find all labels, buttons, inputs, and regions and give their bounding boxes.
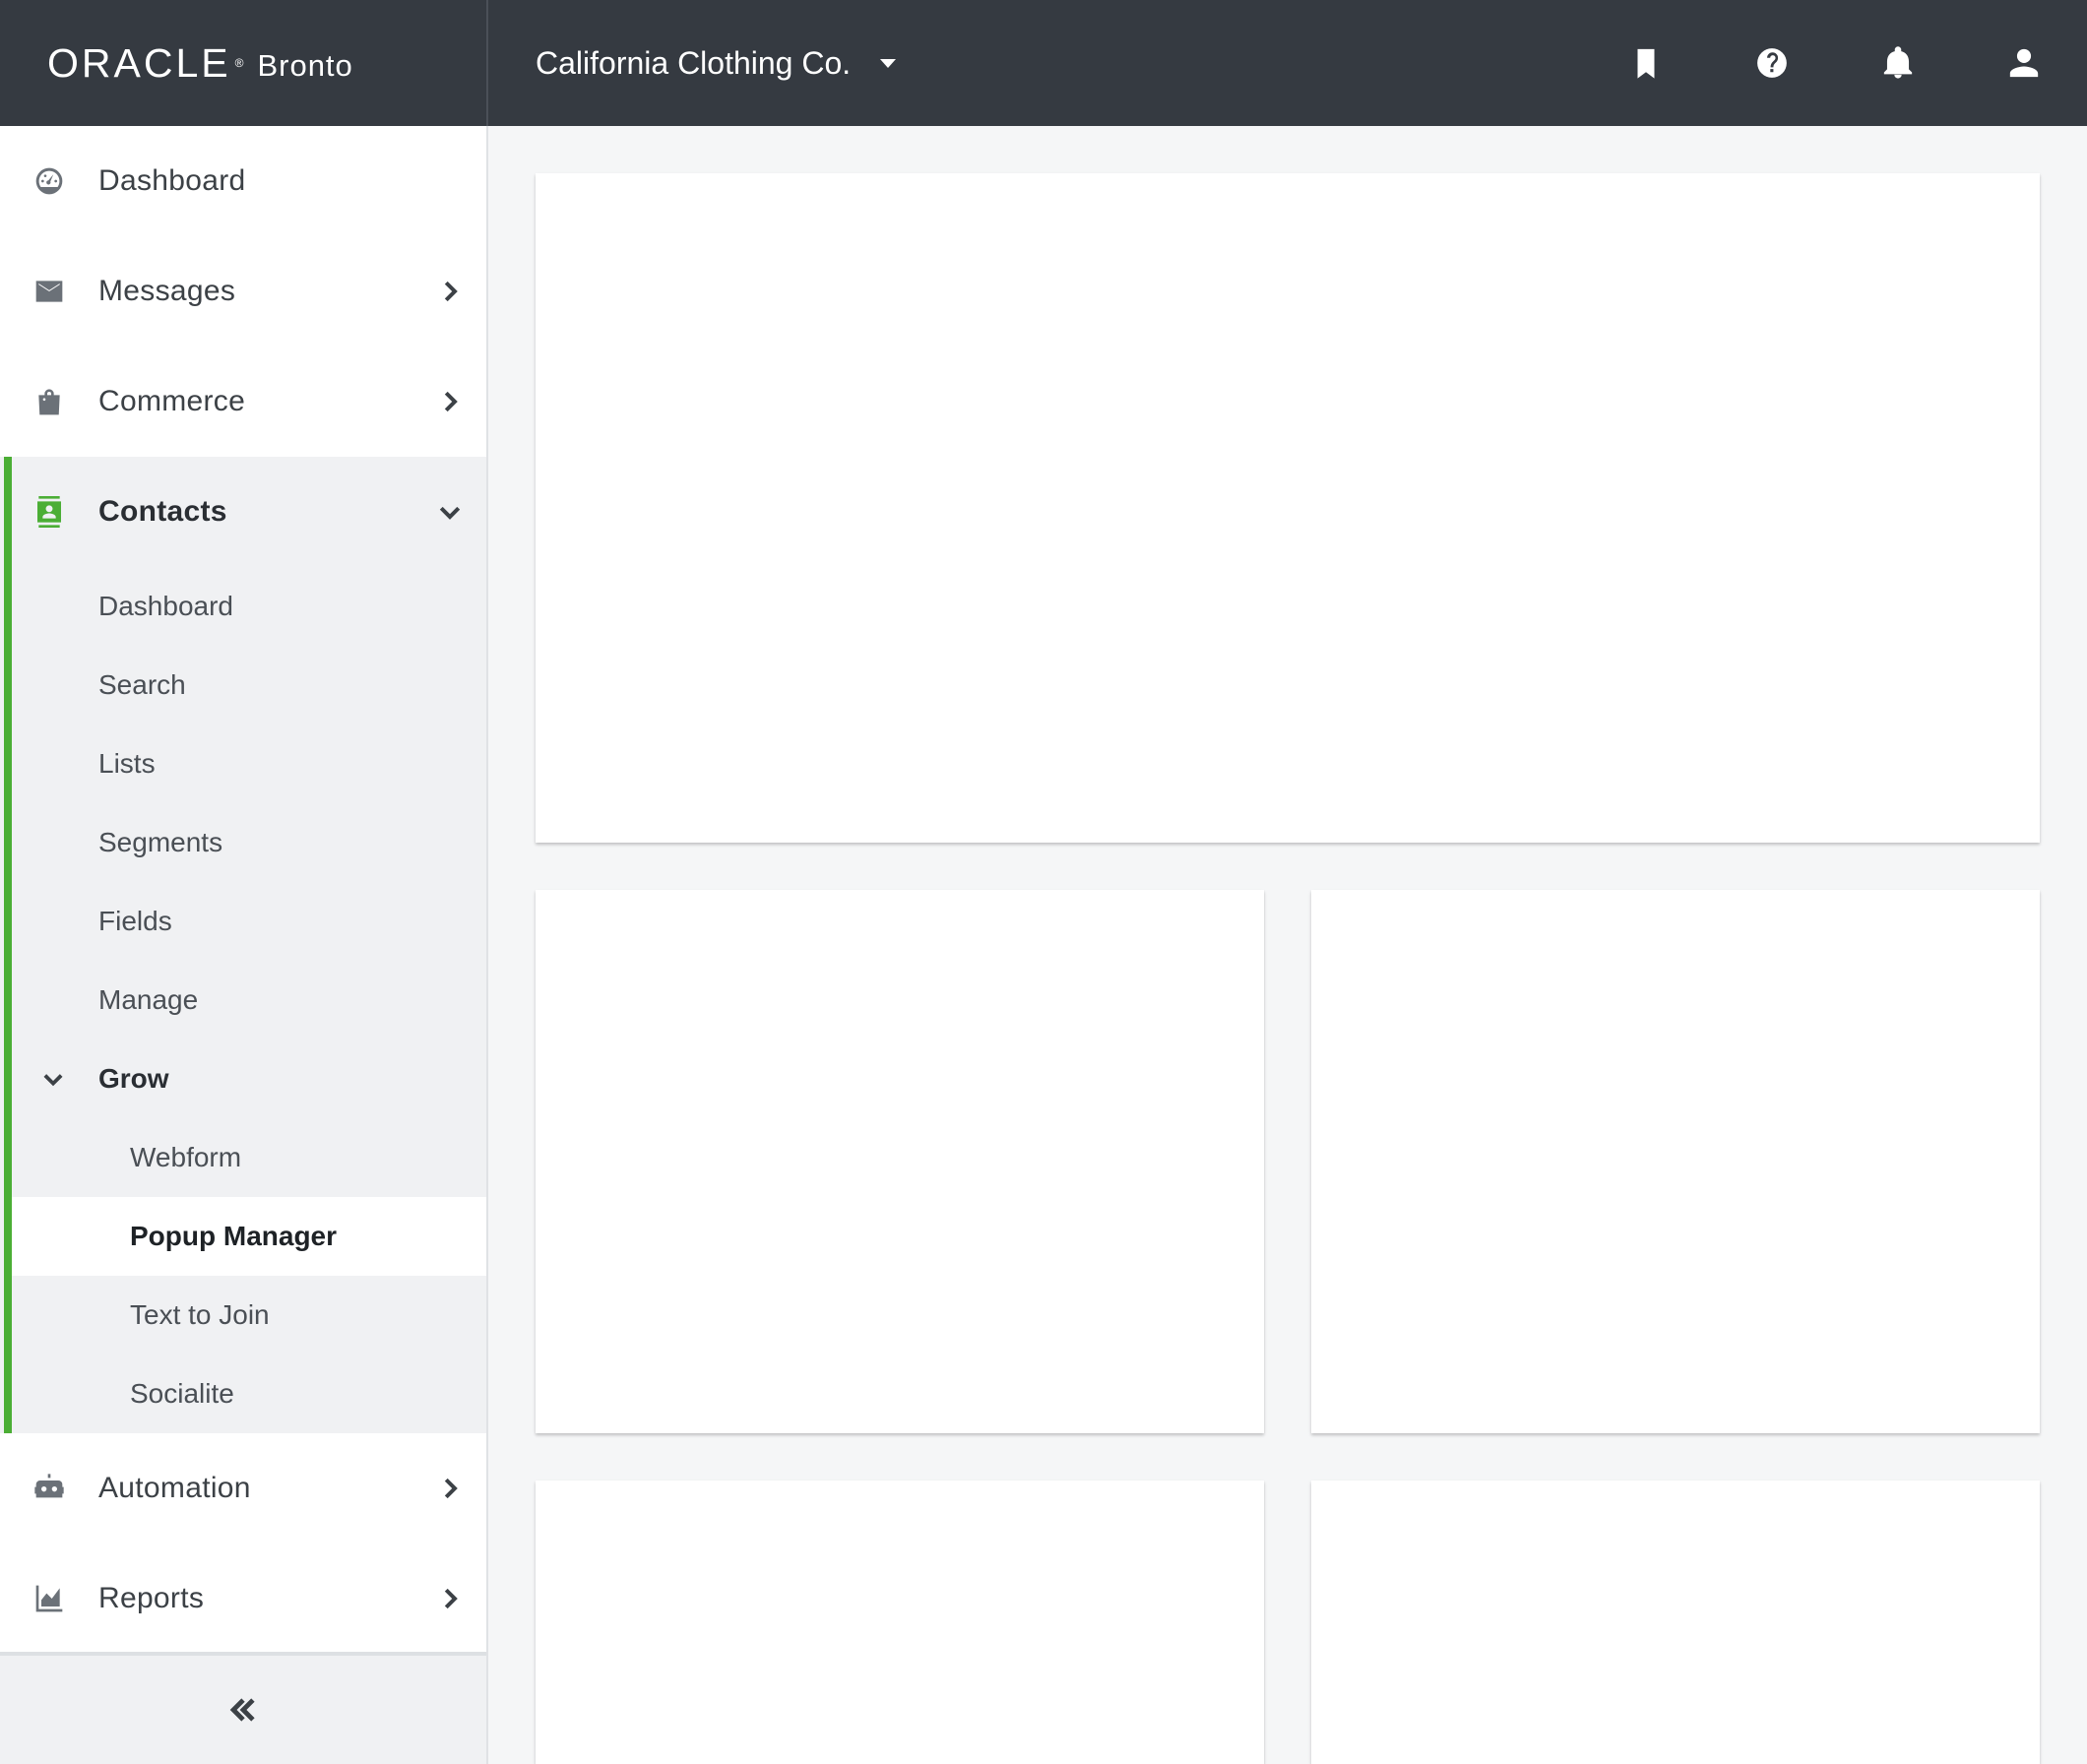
sidebar-item-label: Dashboard [98,164,246,197]
sidebar-subitem-lists[interactable]: Lists [0,724,486,803]
sidebar-grow-item-popup-manager[interactable]: Popup Manager [12,1197,486,1276]
bookmark-icon [1637,48,1655,79]
chevron-right-icon [435,1584,465,1613]
envelope-icon [33,276,65,307]
chevron-down-icon [435,497,465,527]
sidebar-grow-item-label: Socialite [130,1378,234,1409]
sidebar-subitem-manage[interactable]: Manage [0,961,486,1040]
bookmark-button[interactable] [1583,0,1709,126]
help-icon [1757,48,1787,78]
contacts-section: Contacts Dashboard Search Lists Segments… [0,457,486,1433]
registered-mark: ® [234,56,244,70]
sidebar-subitem-label: Lists [98,748,156,779]
content-card-middle-right [1311,890,2040,1433]
sidebar-subitem-grow[interactable]: Grow [0,1040,486,1118]
bell-icon [1883,46,1913,79]
sidebar-subitem-label: Fields [98,906,172,936]
chevron-down-icon [39,1065,67,1093]
caret-down-icon [880,58,897,68]
sidebar-grow-item-webform[interactable]: Webform [0,1118,486,1197]
content-card-bottom-left [536,1480,1264,1764]
sidebar-grow-item-text-to-join[interactable]: Text to Join [0,1276,486,1354]
chart-icon [33,1583,65,1614]
sidebar-item-contacts[interactable]: Contacts [0,457,486,567]
sidebar-grow-item-label: Text to Join [130,1299,270,1330]
sidebar-item-label: Automation [98,1472,251,1504]
sidebar-item-messages[interactable]: Messages [0,236,486,346]
content-card-middle-left [536,890,1264,1433]
sidebar-item-automation[interactable]: Automation [0,1433,486,1544]
sidebar-item-label: Messages [98,275,236,307]
double-chevron-left-icon [229,1698,255,1722]
chevron-right-icon [435,1474,465,1503]
bronto-wordmark: Bronto [257,48,353,83]
sidebar-subitem-label: Dashboard [98,591,233,621]
user-menu-button[interactable] [1961,0,2087,126]
help-button[interactable] [1709,0,1835,126]
sidebar-subitem-label: Segments [98,827,223,857]
content-card-top [536,173,2040,843]
sidebar-subitem-label: Manage [98,984,199,1015]
sidebar-grow-item-label: Webform [130,1142,242,1172]
sidebar-item-label: Reports [98,1582,205,1614]
dashboard-gauge-icon [33,165,65,197]
sidebar: Dashboard Messages Commerce Contacts Das… [0,126,488,1764]
sidebar-grow-item-socialite[interactable]: Socialite [0,1354,486,1433]
notifications-button[interactable] [1835,0,1961,126]
user-icon [2009,48,2039,78]
sidebar-grow-item-label: Popup Manager [130,1221,338,1251]
account-switcher[interactable]: California Clothing Co. [536,44,897,82]
content-card-bottom-right [1311,1480,2040,1764]
sidebar-item-commerce[interactable]: Commerce [0,346,486,457]
robot-icon [33,1473,65,1504]
sidebar-subitem-label: Grow [98,1063,169,1094]
contacts-card-icon [33,496,65,528]
sidebar-subitem-label: Search [98,669,186,700]
account-name: California Clothing Co. [536,44,852,81]
top-bar: ORACLE ® Bronto California Clothing Co. [0,0,2087,126]
sidebar-item-reports[interactable]: Reports [0,1544,486,1654]
sidebar-subitem-search[interactable]: Search [0,646,486,724]
chevron-right-icon [435,387,465,416]
sidebar-subitem-dashboard[interactable]: Dashboard [0,567,486,646]
sidebar-subitem-fields[interactable]: Fields [0,882,486,961]
brand-logo[interactable]: ORACLE ® Bronto [0,0,488,126]
oracle-wordmark: ORACLE [47,39,231,86]
sidebar-subitem-segments[interactable]: Segments [0,803,486,882]
collapse-sidebar-button[interactable] [0,1652,486,1764]
sidebar-item-dashboard[interactable]: Dashboard [0,126,486,236]
sidebar-item-label: Contacts [98,495,227,528]
chevron-right-icon [435,277,465,306]
sidebar-item-label: Commerce [98,385,246,417]
shopping-bag-icon [33,386,65,417]
